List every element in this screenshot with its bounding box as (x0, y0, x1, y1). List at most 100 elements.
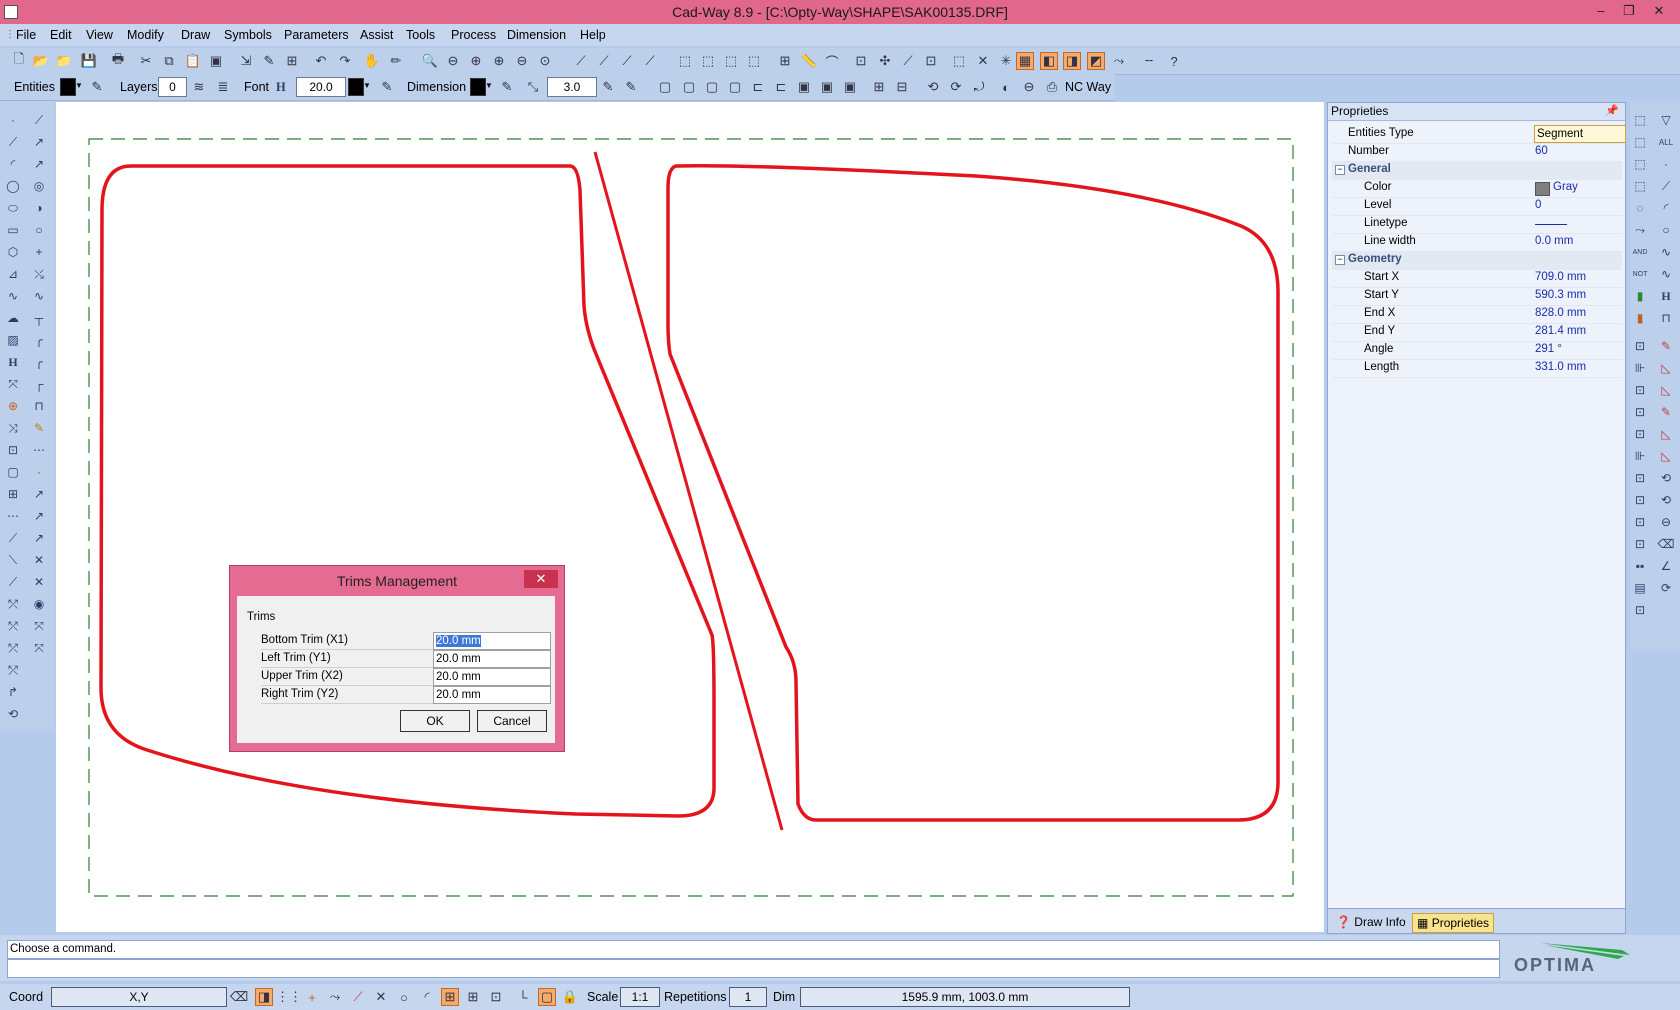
coord-field[interactable]: X,Y (51, 987, 227, 1007)
cross-icon[interactable]: + (30, 243, 48, 261)
scale-field[interactable]: 1:1 (620, 987, 660, 1007)
leader-3-icon[interactable]: ↗ (30, 529, 48, 547)
point-icon[interactable]: · (4, 111, 22, 129)
circle-icon[interactable]: ◯ (4, 177, 22, 195)
nest-sheet-3-icon[interactable]: ▢ (703, 78, 721, 96)
print-icon[interactable]: 🖶 (109, 51, 127, 70)
select-all-text-icon[interactable]: ALL (1657, 133, 1675, 151)
eraser-icon[interactable]: ⌫ (1657, 535, 1675, 553)
pin-icon[interactable]: 📌 (1605, 103, 1619, 120)
trim-input-right[interactable]: 20.0 mm (433, 686, 551, 704)
status-arc-icon[interactable]: ◜ (418, 988, 436, 1006)
trim-icon[interactable]: ⊿ (4, 265, 22, 283)
import-icon[interactable]: ⇲ (237, 52, 255, 70)
end-x-value[interactable]: 828.0 mm (1535, 307, 1586, 319)
menu-assist[interactable]: Assist (360, 28, 393, 42)
select-text-icon[interactable]: H (1657, 287, 1675, 305)
line-perp-icon[interactable]: ↗ (30, 155, 48, 173)
nest-box-2-icon[interactable]: ▣ (818, 78, 836, 96)
dimension-color-dropdown[interactable]: ▼ (484, 78, 494, 94)
save-icon[interactable]: 💾 (80, 52, 98, 70)
not-filter-icon[interactable]: NOT (1631, 265, 1649, 283)
mode-sheet-icon[interactable]: ▦ (1016, 52, 1034, 70)
status-window-icon[interactable]: ⊞ (464, 988, 482, 1006)
route-icon[interactable]: ⤳ (1110, 52, 1128, 70)
select-spline-icon[interactable]: ∿ (1657, 265, 1675, 283)
block-icon[interactable]: ⊡ (4, 441, 22, 459)
status-eraser-icon[interactable]: ⌫ (230, 988, 248, 1006)
tab-draw-info[interactable]: ❓ Draw Info (1332, 913, 1410, 931)
command-input[interactable] (7, 959, 1500, 978)
collapse-general-icon[interactable]: − (1335, 165, 1345, 175)
rotate-r-icon[interactable]: ⟲ (1657, 469, 1675, 487)
rect-select-icon[interactable]: ⬚ (950, 52, 968, 70)
break-2-icon[interactable]: ✕ (30, 573, 48, 591)
zoom-out-icon[interactable]: ⊖ (444, 52, 462, 70)
move-1-icon[interactable]: ⊡ (1631, 337, 1649, 355)
menu-symbols[interactable]: Symbols (224, 28, 272, 42)
select-circle-icon[interactable]: ○ (1657, 221, 1675, 239)
draw-red-3-icon[interactable]: ◺ (1657, 381, 1675, 399)
nest-measure-icon[interactable]: ⊟ (893, 78, 911, 96)
edit-text-icon[interactable]: ⟋ (641, 52, 659, 70)
menu-edit[interactable]: Edit (50, 28, 72, 42)
move-7-icon[interactable]: ⊡ (1631, 469, 1649, 487)
status-cross-icon[interactable]: + (303, 988, 321, 1006)
ncway-label[interactable]: NC Way (1065, 80, 1111, 94)
grid-icon[interactable]: ⊞ (776, 52, 794, 70)
select-line-icon[interactable]: ⬚ (1631, 155, 1649, 173)
snap-icon[interactable]: ⊡ (852, 52, 870, 70)
dialog-close-button[interactable]: ✕ (524, 570, 558, 588)
edit-arc-icon[interactable]: ⟋ (595, 52, 613, 70)
highlight-icon[interactable]: ✎ (30, 419, 48, 437)
refresh-icon[interactable]: ⟳ (1657, 579, 1675, 597)
minimize-button[interactable]: – (1588, 2, 1614, 20)
nest-rotate-2-icon[interactable]: ⟳ (947, 78, 965, 96)
restore-button[interactable]: ❐ (1616, 2, 1642, 20)
break-icon[interactable]: ✕ (30, 551, 48, 569)
cancel-button[interactable]: Cancel (477, 710, 547, 732)
dimension-text-icon[interactable]: ✎ (622, 78, 640, 96)
stack-icon[interactable]: ▤ (1631, 579, 1649, 597)
status-node-icon[interactable]: ⟋ (349, 988, 367, 1006)
chamfer-icon[interactable]: ╭ (30, 353, 48, 371)
offset-icon[interactable]: ⤯ (30, 265, 48, 283)
close-window-button[interactable]: ✕ (1646, 2, 1672, 20)
polygon-icon[interactable]: ⬡ (4, 243, 22, 261)
number-value[interactable]: 60 (1535, 145, 1548, 157)
minus-circle-icon[interactable]: ⊖ (1657, 513, 1675, 531)
level-value[interactable]: 0 (1535, 199, 1541, 211)
snap-box-icon[interactable]: ⊡ (922, 52, 940, 70)
leader-2-icon[interactable]: ↗ (30, 507, 48, 525)
menu-help[interactable]: Help (580, 28, 606, 42)
cut-icon[interactable]: ✂ (137, 52, 155, 70)
layers-field[interactable]: 0 (158, 77, 187, 97)
measure-tool-icon[interactable]: ⤧ (4, 375, 22, 393)
edit-line-icon[interactable]: ⟋ (572, 52, 590, 70)
select-all-icon[interactable]: ⬚ (722, 52, 740, 70)
status-box-icon[interactable]: ▢ (538, 988, 556, 1006)
move-8-icon[interactable]: ⊡ (1631, 491, 1649, 509)
explode-icon[interactable]: ⤨ (4, 419, 22, 437)
menu-file[interactable]: File (16, 28, 36, 42)
center-icon[interactable]: ◉ (30, 595, 48, 613)
menu-parameters[interactable]: Parameters (284, 28, 349, 42)
drawing-canvas[interactable]: Trims Management ✕ Trims Bottom Trim (X1… (56, 102, 1324, 932)
spline-icon[interactable]: ∿ (4, 287, 22, 305)
array-icon[interactable]: ▪▪ (1631, 557, 1649, 575)
rectangle-icon[interactable]: ▭ (4, 221, 22, 239)
menu-dimension[interactable]: Dimension (507, 28, 566, 42)
mode-layer-icon[interactable]: ◨ (1063, 52, 1081, 70)
prop-group-general[interactable]: − General (1332, 161, 1622, 180)
leader-icon[interactable]: ↗ (30, 485, 48, 503)
status-snap-icon[interactable]: ⊞ (441, 988, 459, 1006)
draw-red-4-icon[interactable]: ✎ (1657, 403, 1675, 421)
mode-cut-icon[interactable]: ◩ (1087, 52, 1105, 70)
snap-line-icon[interactable]: ⟋ (899, 52, 917, 70)
zoom-window-icon[interactable]: 🔍 (421, 52, 439, 70)
node-1-icon[interactable]: ⤱ (4, 595, 22, 613)
select-dim-icon[interactable]: ⊓ (1657, 309, 1675, 327)
tab-proprieties[interactable]: ▦ Proprieties (1412, 913, 1495, 933)
entities-type-value[interactable]: Segment (1534, 125, 1626, 143)
entity-style-icon[interactable]: ✎ (88, 78, 106, 96)
